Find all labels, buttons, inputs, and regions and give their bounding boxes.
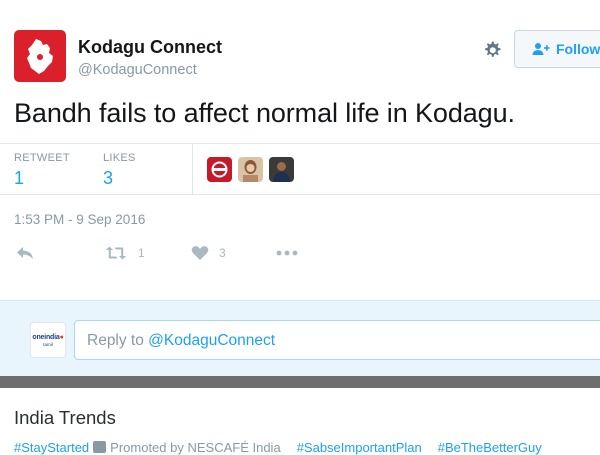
retweet-action[interactable]: 1	[104, 245, 145, 261]
more-action[interactable]	[276, 245, 298, 261]
account-name[interactable]: Kodagu Connect	[78, 37, 222, 58]
account-handle[interactable]: @KodaguConnect	[78, 62, 197, 78]
kodagu-connect-avatar[interactable]	[14, 30, 66, 82]
liker-avatar[interactable]	[238, 157, 263, 182]
retweet-count: 1	[138, 246, 145, 260]
liker-avatar[interactable]	[269, 157, 294, 182]
stats-divider-vertical	[192, 143, 193, 194]
user-avatar[interactable]: oneindia● tamil	[30, 322, 66, 358]
gear-icon[interactable]	[480, 38, 504, 62]
tweet-timestamp[interactable]: 1:53 PM - 9 Sep 2016	[14, 212, 145, 227]
like-action[interactable]: 3	[191, 245, 226, 261]
follow-button[interactable]: Follow	[514, 30, 600, 68]
retweet-icon	[106, 246, 126, 260]
promoted-by-text: Promoted by NESCAFÉ India	[110, 440, 281, 455]
reply-bar: oneindia● tamil Reply to @KodaguConnect	[0, 300, 600, 377]
oneindia-logo-subtext: tamil	[43, 341, 53, 347]
oneindia-logo-text: oneindia	[32, 333, 60, 341]
likes-count[interactable]: 3	[103, 168, 113, 189]
likes-label: LIKES	[103, 152, 136, 164]
reply-icon	[17, 247, 33, 259]
trends-row: #StayStarted Promoted by NESCAFÉ India #Sa…	[14, 440, 542, 455]
retweets-label: RETWEET	[14, 152, 70, 164]
follow-user-icon	[532, 43, 550, 55]
more-options-icon	[276, 250, 298, 256]
stats-divider-top	[0, 143, 600, 144]
reply-input[interactable]: Reply to @KodaguConnect	[74, 320, 600, 360]
like-count: 3	[219, 246, 226, 260]
reply-mention: @KodaguConnect	[148, 332, 276, 349]
reply-action[interactable]	[16, 245, 36, 261]
trend-link[interactable]: #BeTheBetterGuy	[438, 440, 542, 455]
reply-placeholder-prefix: Reply to	[87, 332, 149, 349]
retweets-count[interactable]: 1	[14, 168, 24, 189]
tweet-card: Kodagu Connect @KodaguConnect Follow Ban…	[0, 0, 600, 300]
tweet-text: Bandh fails to affect normal life in Kod…	[14, 98, 515, 128]
trend-link[interactable]: #StayStarted	[14, 440, 89, 455]
trends-section: India Trends #StayStarted Promoted by NES…	[0, 388, 600, 455]
liker-avatar[interactable]	[207, 157, 232, 182]
section-separator	[0, 376, 600, 388]
promoted-icon	[93, 441, 107, 453]
trend-link[interactable]: #SabseImportantPlan	[297, 440, 422, 455]
trends-title: India Trends	[14, 407, 116, 428]
stats-divider-bottom	[0, 194, 600, 195]
follow-button-label: Follow	[556, 41, 600, 57]
heart-icon	[191, 246, 209, 260]
